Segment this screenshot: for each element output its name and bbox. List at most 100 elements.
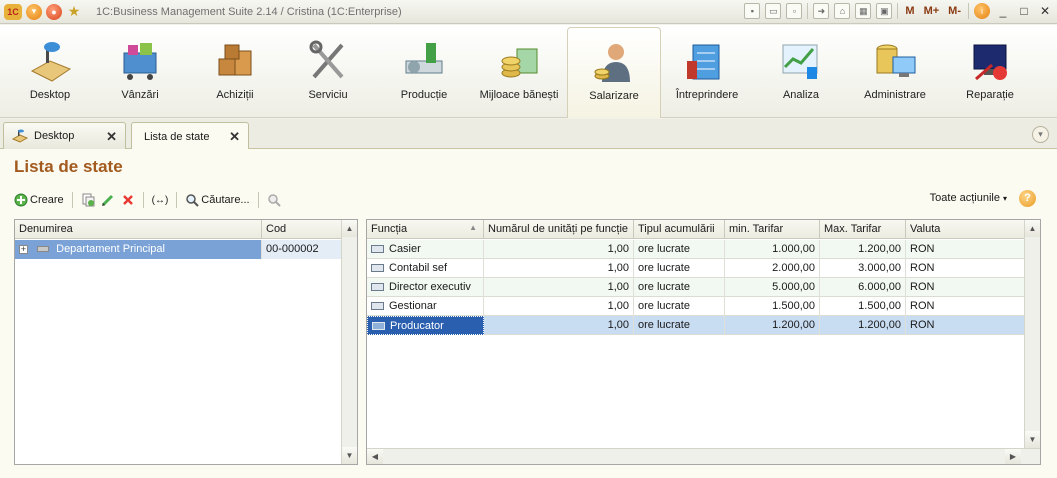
table-row[interactable]: Casier 1,00 ore lucrate 1.000,00 1.200,0…: [367, 240, 1025, 259]
separator: [968, 3, 969, 19]
all-actions-label: Toate acțiunile: [929, 192, 1000, 204]
forward-icon[interactable]: ➜: [813, 3, 830, 19]
section-analysis[interactable]: Analiza: [756, 27, 846, 118]
analysis-icon: [782, 44, 818, 79]
tab-lista-de-state-label: Lista de state: [144, 130, 210, 143]
cell-min: 1.200,00: [725, 316, 820, 335]
position-icon: [372, 322, 385, 330]
edit-button[interactable]: [101, 190, 115, 210]
scroll-down-arrow-icon[interactable]: ▼: [342, 447, 357, 464]
tree-cell[interactable]: + Departament Principal: [15, 240, 262, 259]
copy-icon: [82, 193, 95, 207]
table-row-selected[interactable]: Producator 1,00 ore lucrate 1.200,00 1.2…: [367, 316, 1025, 335]
cell-units: 1,00: [484, 297, 634, 316]
tab-strip: Desktop ✕ Lista de state ✕ ▾: [0, 119, 1057, 150]
section-service[interactable]: Serviciu: [283, 27, 373, 118]
menu-icon[interactable]: ▾: [26, 3, 42, 20]
enterprise-icon: [687, 44, 720, 80]
page-title: Lista de state: [14, 157, 123, 176]
sales-icon: [123, 43, 157, 80]
cell-max: 6.000,00: [820, 278, 906, 297]
help-button[interactable]: ?: [1019, 190, 1036, 207]
column-header-units[interactable]: Numărul de unități pe funcție: [484, 220, 634, 239]
table-row[interactable]: Gestionar 1,00 ore lucrate 1.500,00 1.50…: [367, 297, 1025, 316]
cell-min: 1.000,00: [725, 240, 820, 259]
service-icon: [309, 40, 344, 79]
column-header-valuta[interactable]: Valuta: [906, 220, 1025, 239]
form-toolbar: Creare (↔) Căutare...: [14, 190, 281, 210]
expand-plus-icon[interactable]: +: [19, 245, 28, 254]
memory-minus-button[interactable]: M-: [946, 5, 963, 17]
vertical-scrollbar[interactable]: ▲ ▼: [1024, 220, 1040, 448]
all-actions-menu[interactable]: Toate acțiunile ▾: [930, 192, 1007, 204]
tab-desktop[interactable]: Desktop ✕: [3, 122, 126, 149]
favorites-star-icon[interactable]: ★: [66, 3, 82, 20]
history-icon[interactable]: ⌂: [834, 3, 851, 19]
departments-table: Denumirea Cod + Departament Principal 00…: [14, 219, 358, 465]
search-button[interactable]: Căutare...: [185, 190, 250, 210]
close-icon[interactable]: ✕: [106, 129, 117, 145]
create-button-label: Creare: [30, 194, 64, 206]
cancel-search-button[interactable]: [267, 190, 281, 210]
cell-units: 1,00: [484, 278, 634, 297]
column-header-max-tarifar[interactable]: Max. Tarifar: [820, 220, 906, 239]
table-row[interactable]: + Departament Principal 00-000002: [15, 240, 342, 259]
cell-type: ore lucrate: [634, 259, 725, 278]
calendar-icon[interactable]: ▣: [876, 3, 893, 19]
create-button[interactable]: Creare: [14, 190, 64, 210]
scroll-left-arrow-icon[interactable]: ◀: [367, 449, 383, 464]
section-desktop[interactable]: Desktop: [5, 27, 95, 118]
cell-functia[interactable]: Producator: [367, 316, 484, 335]
level-switch-button[interactable]: (↔): [152, 190, 169, 210]
table-row[interactable]: Contabil sef 1,00 ore lucrate 2.000,00 3…: [367, 259, 1025, 278]
calculator-icon[interactable]: ▦: [855, 3, 872, 19]
section-repair[interactable]: Reparație: [945, 27, 1035, 118]
section-sales[interactable]: Vânzări: [95, 27, 185, 118]
horizontal-scrollbar[interactable]: ◀ ▶: [367, 448, 1040, 464]
close-window-button[interactable]: ✕: [1037, 3, 1053, 19]
print-icon[interactable]: ▭: [765, 3, 782, 19]
delete-x-icon: [122, 195, 133, 205]
delete-button[interactable]: [121, 190, 135, 210]
column-header-min-tarifar[interactable]: min. Tarifar: [725, 220, 820, 239]
tab-lista-de-state[interactable]: Lista de state ✕: [131, 122, 249, 150]
cell-currency: RON: [906, 316, 1025, 335]
scroll-up-arrow-icon[interactable]: ▲: [1025, 220, 1040, 237]
repair-icon: [973, 44, 1007, 81]
scroll-up-arrow-icon[interactable]: ▲: [342, 220, 357, 237]
section-enterprise[interactable]: Întreprindere: [662, 27, 752, 118]
vertical-scrollbar[interactable]: ▲ ▼: [341, 220, 357, 464]
app-logo-icon[interactable]: 1C: [4, 3, 22, 20]
close-icon[interactable]: ✕: [229, 129, 240, 145]
chevron-down-icon[interactable]: ▾: [1032, 126, 1049, 143]
memory-button[interactable]: M: [903, 5, 916, 17]
column-header-denumirea[interactable]: Denumirea: [15, 220, 262, 239]
separator: [807, 3, 809, 19]
scroll-down-arrow-icon[interactable]: ▼: [1025, 431, 1040, 448]
section-payroll[interactable]: Salarizare: [567, 27, 661, 118]
scroll-right-arrow-icon[interactable]: ▶: [1005, 449, 1021, 464]
sections-panel: Desktop Vânzări Achiziții Serviciu Produ…: [0, 25, 1057, 118]
copy-button[interactable]: [81, 190, 95, 210]
info-icon[interactable]: i: [974, 3, 990, 19]
search-button-label: Căutare...: [201, 194, 250, 206]
print-preview-icon[interactable]: ▫: [786, 3, 803, 19]
cell-type: ore lucrate: [634, 278, 725, 297]
column-header-type[interactable]: Tipul acumulării: [634, 220, 725, 239]
column-header-functia[interactable]: Funcția ▲: [367, 220, 484, 239]
section-money[interactable]: Mijloace bănești: [474, 27, 564, 118]
column-header-cod[interactable]: Cod: [262, 220, 342, 239]
production-icon: [405, 43, 443, 74]
section-purchases[interactable]: Achiziții: [190, 27, 280, 118]
cell-type: ore lucrate: [634, 240, 725, 259]
department-code: 00-000002: [262, 240, 342, 259]
maximize-button[interactable]: □: [1016, 3, 1032, 19]
position-icon: [371, 302, 384, 310]
memory-plus-button[interactable]: M+: [922, 5, 942, 17]
table-row[interactable]: Director executiv 1,00 ore lucrate 5.000…: [367, 278, 1025, 297]
record-icon[interactable]: ●: [46, 3, 62, 20]
section-administration[interactable]: Administrare: [850, 27, 940, 118]
section-production[interactable]: Producție: [379, 27, 469, 118]
save-icon[interactable]: ▪: [744, 3, 761, 19]
minimize-button[interactable]: _: [995, 3, 1011, 19]
